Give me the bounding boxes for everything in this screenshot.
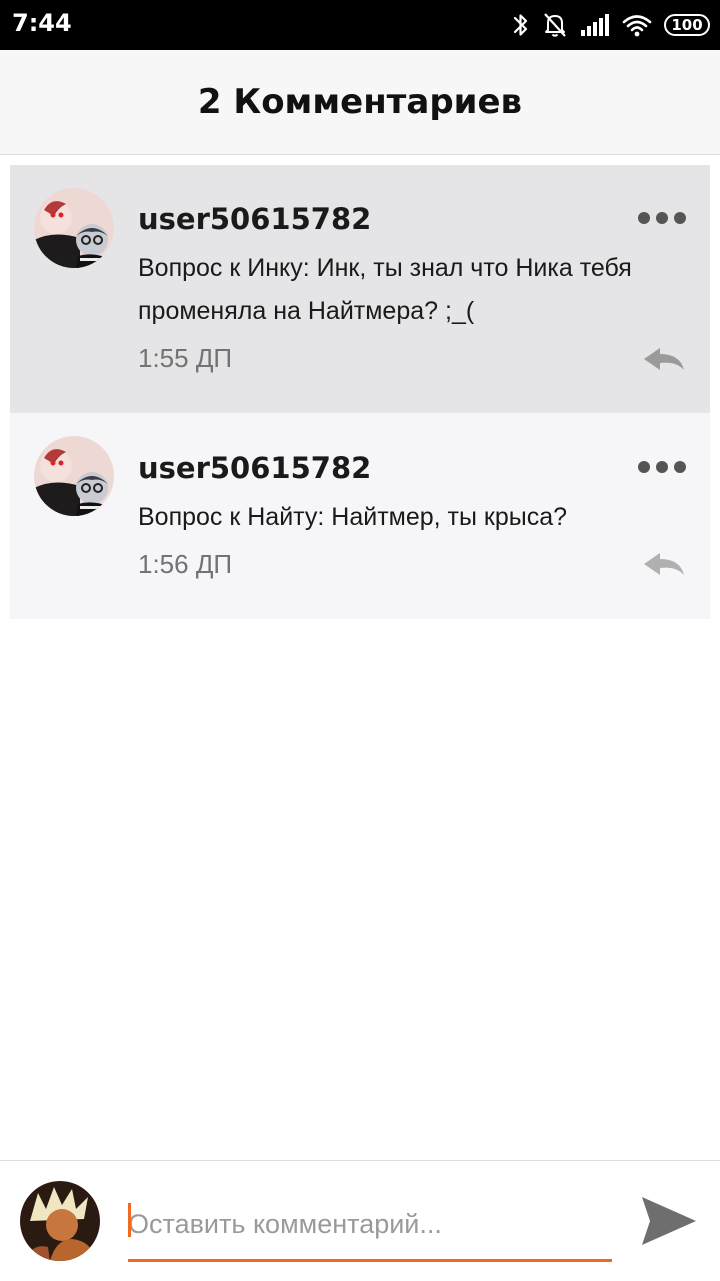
status-time: 7:44 [12, 9, 72, 37]
mute-icon [544, 13, 566, 37]
comment-time: 1:55 ДП [138, 343, 233, 373]
status-bar: 7:44 100 [0, 0, 720, 50]
comment-item[interactable]: user50615782 Вопрос к Найту: Найтмер, ты… [10, 413, 710, 619]
my-avatar [20, 1181, 100, 1261]
comment-username[interactable]: user50615782 [138, 451, 371, 485]
comment-input-field[interactable] [128, 1199, 612, 1262]
comment-username[interactable]: user50615782 [138, 202, 371, 236]
comment-item[interactable]: user50615782 Вопрос к Инку: Инк, ты знал… [10, 165, 710, 413]
more-icon[interactable] [638, 212, 686, 224]
status-icons: 100 [512, 10, 710, 40]
comment-input[interactable] [128, 1201, 612, 1247]
comments-header: 2 Комментариев [0, 50, 720, 155]
reply-icon[interactable] [642, 346, 686, 372]
signal-icon [581, 14, 609, 36]
comment-text: Вопрос к Инку: Инк, ты знал что Ника теб… [138, 254, 632, 325]
text-cursor [128, 1203, 131, 1237]
reply-icon[interactable] [642, 551, 686, 577]
comment-time: 1:56 ДП [138, 549, 233, 579]
more-icon[interactable] [638, 461, 686, 473]
battery-icon: 100 [664, 14, 710, 36]
send-icon[interactable] [640, 1193, 698, 1249]
page-title: 2 Комментариев [197, 82, 523, 122]
comment-input-bar [0, 1160, 720, 1281]
avatar[interactable] [34, 436, 114, 516]
avatar[interactable] [34, 188, 114, 268]
wifi-icon [622, 15, 652, 37]
comment-text: Вопрос к Найту: Найтмер, ты крыса? [138, 503, 568, 531]
bluetooth-icon [513, 14, 528, 36]
